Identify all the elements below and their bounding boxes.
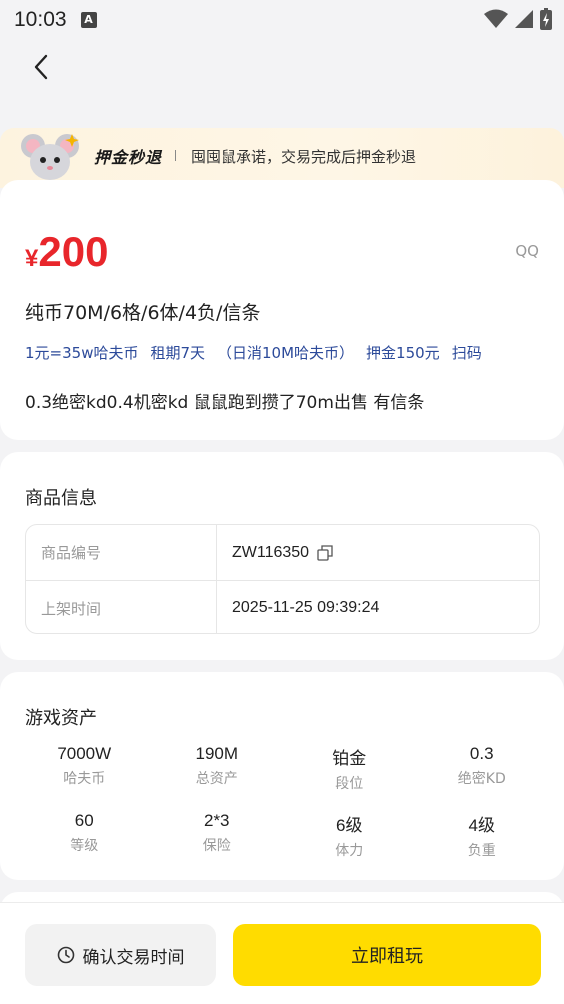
listed-time-label: 上架时间 <box>26 581 217 633</box>
price-amount: 200 <box>38 228 109 275</box>
listing-card: ¥200 QQ 纯币70M/6格/6体/4负/信条 1元=35w哈夫币 租期7天… <box>0 180 564 440</box>
back-button[interactable] <box>22 48 60 86</box>
platform-label: QQ <box>515 242 539 260</box>
asset-label: 等级 <box>70 838 99 854</box>
tag-deposit: 押金150元 <box>366 344 440 362</box>
asset-item: 190M 总资产 <box>151 744 284 793</box>
asset-value: 7000W <box>57 744 112 763</box>
product-id-value: ZW116350 <box>232 543 310 561</box>
chevron-left-icon <box>34 54 48 80</box>
battery-charging-icon <box>540 8 552 35</box>
asset-label: 哈夫币 <box>63 771 106 787</box>
asset-value: 4级 <box>468 816 495 835</box>
asset-value: 190M <box>195 744 239 763</box>
status-bar: 10:03 A <box>0 0 564 40</box>
app-notification-icon: A <box>80 12 97 28</box>
cellular-signal-icon <box>514 9 534 34</box>
listed-time-value: 2025-11-25 09:39:24 <box>232 599 380 616</box>
tag-rental-period: 租期7天 <box>150 344 206 362</box>
asset-value: 60 <box>74 811 94 830</box>
asset-value: 2*3 <box>203 811 230 830</box>
rent-now-label: 立即租玩 <box>351 946 423 967</box>
asset-grid: 7000W 哈夫币 190M 总资产 铂金段位 0.3 绝密KD 60 等级 2*3 保险… <box>18 744 548 860</box>
asset-item: 4级负重 <box>416 811 549 860</box>
product-id-label: 商品编号 <box>26 525 217 580</box>
banner-divider <box>175 150 176 161</box>
asset-value: 0.3 <box>469 744 494 763</box>
product-info-card: 商品信息 商品编号 ZW116350 上架时间 2025-11-25 09:39… <box>0 452 564 660</box>
clock-icon <box>57 946 74 964</box>
rent-now-button[interactable]: 立即租玩 <box>233 924 541 986</box>
confirm-trade-time-label: 确认交易时间 <box>82 947 185 968</box>
wifi-icon <box>484 9 508 34</box>
confirm-trade-time-button[interactable]: 确认交易时间 <box>25 924 216 986</box>
status-icons <box>484 8 552 35</box>
product-id-value-cell: ZW116350 <box>217 525 539 580</box>
asset-item: 0.3 绝密KD <box>416 744 549 793</box>
copy-icon[interactable] <box>317 544 333 561</box>
table-row: 商品编号 ZW116350 <box>26 525 539 580</box>
listing-description: 0.3绝密kd0.4机密kd 鼠鼠跑到攒了70m出售 有信条 <box>25 393 425 413</box>
product-info-table: 商品编号 ZW116350 上架时间 2025-11-25 09:39:24 <box>25 524 540 634</box>
tag-exchange-rate: 1元=35w哈夫币 <box>25 344 139 362</box>
asset-value: 铂金 <box>332 749 367 768</box>
tag-login-method: 扫码 <box>451 344 482 362</box>
tag-daily-consumption: （日消10M哈夫币） <box>217 344 355 362</box>
asset-value: 6级 <box>336 816 363 835</box>
listing-title: 纯币70M/6格/6体/4负/信条 <box>25 302 261 324</box>
banner-description: 囤囤鼠承诺，交易完成后押金秒退 <box>191 148 417 166</box>
section-title-product-info: 商品信息 <box>25 488 97 509</box>
bottom-action-bar: 确认交易时间 立即租玩 <box>0 902 564 1004</box>
asset-label: 体力 <box>335 843 364 859</box>
asset-item: 60 等级 <box>18 811 151 860</box>
status-time: 10:03 <box>14 8 67 31</box>
listing-tags: 1元=35w哈夫币 租期7天 （日消10M哈夫币） 押金150元 扫码 <box>25 342 494 363</box>
asset-label: 绝密KD <box>457 771 506 787</box>
asset-item: 6级体力 <box>283 811 416 860</box>
deposit-promise-banner: 押金秒退 囤囤鼠承诺，交易完成后押金秒退 <box>0 128 564 188</box>
asset-item: 7000W 哈夫币 <box>18 744 151 793</box>
section-title-game-assets: 游戏资产 <box>25 708 97 729</box>
asset-label: 负重 <box>467 843 496 859</box>
asset-item: 铂金 段位 <box>283 744 416 793</box>
asset-label: 保险 <box>202 838 231 854</box>
asset-label: 总资产 <box>195 771 238 787</box>
price: ¥200 <box>25 228 108 276</box>
game-assets-card: 游戏资产 7000W 哈夫币 190M 总资产 铂金段位 0.3 绝密KD 60 等级 … <box>0 672 564 880</box>
asset-item: 2*3 保险 <box>151 811 284 860</box>
currency-symbol: ¥ <box>25 245 39 272</box>
banner-title: 押金秒退 <box>94 148 163 167</box>
asset-label: 段位 <box>335 776 364 792</box>
table-row: 上架时间 2025-11-25 09:39:24 <box>26 580 539 633</box>
